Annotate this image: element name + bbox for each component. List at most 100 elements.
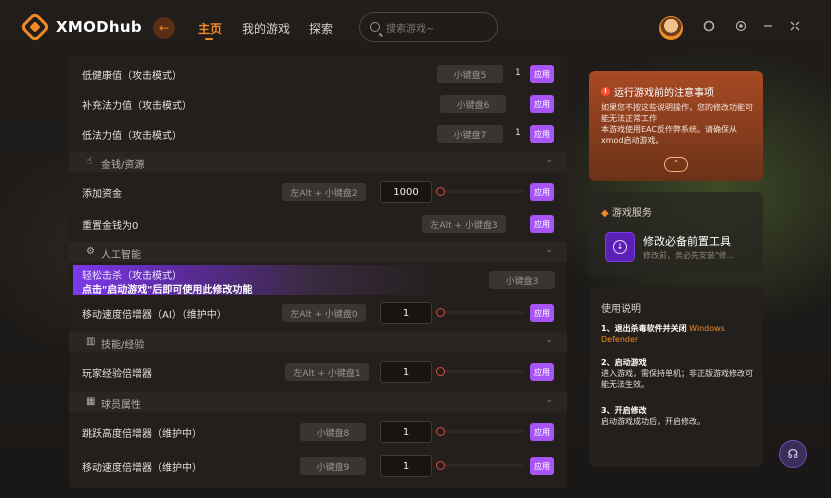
value-slider[interactable] bbox=[439, 430, 525, 433]
section-label: 技能/经验 bbox=[101, 340, 145, 351]
mod-label: 轻松击杀（攻击模式） bbox=[82, 271, 182, 282]
step-body: 启动游戏成功后，开启修改。 bbox=[601, 417, 705, 426]
help-step-1: 1、退出杀毒软件并关闭 Windows Defender bbox=[601, 323, 755, 345]
download-icon[interactable]: ↓ bbox=[605, 232, 635, 262]
game-service-card: ◆ 游戏服务 ↓ 修改必备前置工具 修改前，务必先安装"修... bbox=[589, 192, 763, 276]
hotkey[interactable]: 左Alt + 小键盘0 bbox=[282, 304, 366, 322]
mod-row: 玩家经验倍增器 左Alt + 小键盘1 1 应用 bbox=[69, 356, 567, 388]
section-label: 人工智能 bbox=[101, 250, 141, 261]
slider-knob[interactable] bbox=[436, 308, 445, 317]
mod-label: 移动速度倍增器（AI）（维护中） bbox=[82, 310, 227, 321]
value-input[interactable]: 1 bbox=[380, 302, 432, 324]
top-bar: XMODhub ← 主页 我的游戏 探索 搜索游戏~ bbox=[0, 0, 831, 56]
instructions-card: 使用说明 1、退出杀毒软件并关闭 Windows Defender 2、启动游戏… bbox=[589, 287, 763, 467]
help-title: 使用说明 bbox=[601, 304, 641, 315]
notice-body: 如果您不按这些说明操作，您的修改功能可能无法正常工作 本游戏使用EAC反作弊系统… bbox=[601, 102, 757, 146]
section-player-attributes[interactable]: ▦ 球员属性 ⌄ bbox=[69, 392, 567, 412]
apply-button[interactable]: 应用 bbox=[530, 304, 554, 322]
avatar[interactable] bbox=[659, 16, 683, 40]
section-label: 球员属性 bbox=[101, 400, 141, 411]
value-slider[interactable] bbox=[439, 464, 525, 467]
nav-home[interactable]: 主页 bbox=[198, 20, 222, 37]
apply-button[interactable]: 应用 bbox=[530, 65, 554, 83]
hotkey[interactable]: 小键盘5 bbox=[437, 65, 503, 83]
value-input[interactable]: 1 bbox=[380, 455, 432, 477]
mod-count: 1 bbox=[515, 68, 521, 78]
logo-icon bbox=[19, 11, 51, 43]
chevron-down-icon: ⌄ bbox=[545, 245, 553, 255]
value-input[interactable]: 1 bbox=[380, 421, 432, 443]
apply-button[interactable]: 应用 bbox=[530, 457, 554, 475]
apply-button[interactable]: 应用 bbox=[530, 215, 554, 233]
apply-button[interactable]: 应用 bbox=[530, 363, 554, 381]
hotkey[interactable]: 小键盘9 bbox=[300, 457, 366, 475]
value-slider[interactable] bbox=[439, 370, 525, 373]
apply-button[interactable]: 应用 bbox=[530, 183, 554, 201]
nav-my-games[interactable]: 我的游戏 bbox=[242, 20, 290, 37]
bar-chart-icon: ▥ bbox=[86, 336, 96, 347]
slider-knob[interactable] bbox=[436, 187, 445, 196]
nav-active-indicator bbox=[205, 38, 213, 40]
value-slider[interactable] bbox=[439, 190, 525, 193]
mod-label: 移动速度倍增器（维护中） bbox=[82, 463, 202, 474]
notice-line: 本游戏使用EAC反作弊系统。请确保从xmod启动游戏。 bbox=[601, 125, 737, 145]
settings-icon[interactable] bbox=[734, 20, 748, 34]
close-icon[interactable] bbox=[788, 20, 802, 34]
service-name[interactable]: 修改必备前置工具 bbox=[643, 233, 731, 249]
nav-explore[interactable]: 探索 bbox=[309, 20, 333, 37]
hotkey[interactable]: 小键盘8 bbox=[300, 423, 366, 441]
chevron-down-icon: ⌄ bbox=[545, 395, 553, 405]
mod-row: 添加资金 左Alt + 小键盘2 1000 应用 bbox=[69, 176, 567, 208]
search-icon bbox=[370, 22, 380, 32]
hotkey[interactable]: 左Alt + 小键盘2 bbox=[282, 183, 366, 201]
help-step-2: 2、启动游戏 进入游戏，需保持单机；非正版游戏修改可能无法生效。 bbox=[601, 357, 755, 390]
chevron-down-icon: ⌄ bbox=[545, 335, 553, 345]
mod-label: 补充法力值（攻击模式） bbox=[82, 101, 192, 112]
hotkey[interactable]: 左Alt + 小键盘3 bbox=[422, 215, 506, 233]
notice-line: 如果您不按这些说明操作，您的修改功能可能无法正常工作 bbox=[601, 103, 753, 123]
apply-button[interactable]: 应用 bbox=[530, 423, 554, 441]
app-logo[interactable]: XMODhub bbox=[19, 11, 142, 43]
mod-label: 低法力值（攻击模式） bbox=[82, 131, 182, 142]
mod-row: 跳跃高度倍增器（维护中） 小键盘8 1 应用 bbox=[69, 416, 567, 448]
collapse-button[interactable]: ⌃ bbox=[664, 157, 688, 172]
section-skills[interactable]: ▥ 技能/经验 ⌄ bbox=[69, 332, 567, 352]
globe-icon[interactable] bbox=[702, 20, 716, 34]
slider-knob[interactable] bbox=[436, 461, 445, 470]
back-button[interactable]: ← bbox=[153, 17, 175, 39]
search-placeholder: 搜索游戏~ bbox=[386, 23, 435, 35]
section-label: 金钱/资源 bbox=[101, 160, 145, 171]
section-ai[interactable]: ⚙ 人工智能 ⌄ bbox=[69, 242, 567, 262]
value-input[interactable]: 1000 bbox=[380, 181, 432, 203]
help-step-3: 3、开启修改 启动游戏成功后，开启修改。 bbox=[601, 405, 755, 427]
slider-knob[interactable] bbox=[436, 427, 445, 436]
mod-label: 低健康值（攻击模式） bbox=[82, 71, 182, 82]
headset-icon[interactable]: ☊ bbox=[779, 440, 807, 468]
service-title: ◆ 游戏服务 bbox=[601, 204, 652, 219]
step-body: 进入游戏，需保持单机；非正版游戏修改可能无法生效。 bbox=[601, 369, 753, 389]
section-money[interactable]: ☝ 金钱/资源 ⌄ bbox=[69, 152, 567, 172]
hotkey[interactable]: 左Alt + 小键盘1 bbox=[285, 363, 369, 381]
ai-icon: ⚙ bbox=[86, 246, 95, 257]
slider-knob[interactable] bbox=[436, 367, 445, 376]
minimize-icon[interactable] bbox=[761, 20, 775, 34]
apply-button[interactable]: 应用 bbox=[530, 95, 554, 113]
hand-icon: ☝ bbox=[86, 156, 93, 167]
mod-row: 重置金钱为0 左Alt + 小键盘3 应用 bbox=[69, 208, 567, 240]
alert-icon: ! bbox=[601, 87, 610, 96]
app-name: XMODhub bbox=[56, 18, 142, 36]
mod-row: 低法力值（攻击模式） 小键盘7 1 应用 bbox=[69, 118, 567, 150]
value-input[interactable]: 1 bbox=[380, 361, 432, 383]
chevron-down-icon: ⌄ bbox=[545, 155, 553, 165]
mod-count: 1 bbox=[515, 128, 521, 138]
apply-button[interactable]: 应用 bbox=[530, 125, 554, 143]
hotkey[interactable]: 小键盘6 bbox=[440, 95, 506, 113]
hotkey[interactable]: 小键盘3 bbox=[489, 271, 555, 289]
step-title: 2、启动游戏 bbox=[601, 358, 647, 367]
value-slider[interactable] bbox=[439, 311, 525, 314]
mod-row: 补充法力值（攻击模式） 小键盘6 应用 bbox=[69, 88, 567, 120]
mod-row: 移动速度倍增器（AI）（维护中） 左Alt + 小键盘0 1 应用 bbox=[69, 297, 567, 329]
search-input[interactable]: 搜索游戏~ bbox=[359, 12, 498, 42]
hotkey[interactable]: 小键盘7 bbox=[437, 125, 503, 143]
mod-label: 跳跃高度倍增器（维护中） bbox=[82, 429, 202, 440]
